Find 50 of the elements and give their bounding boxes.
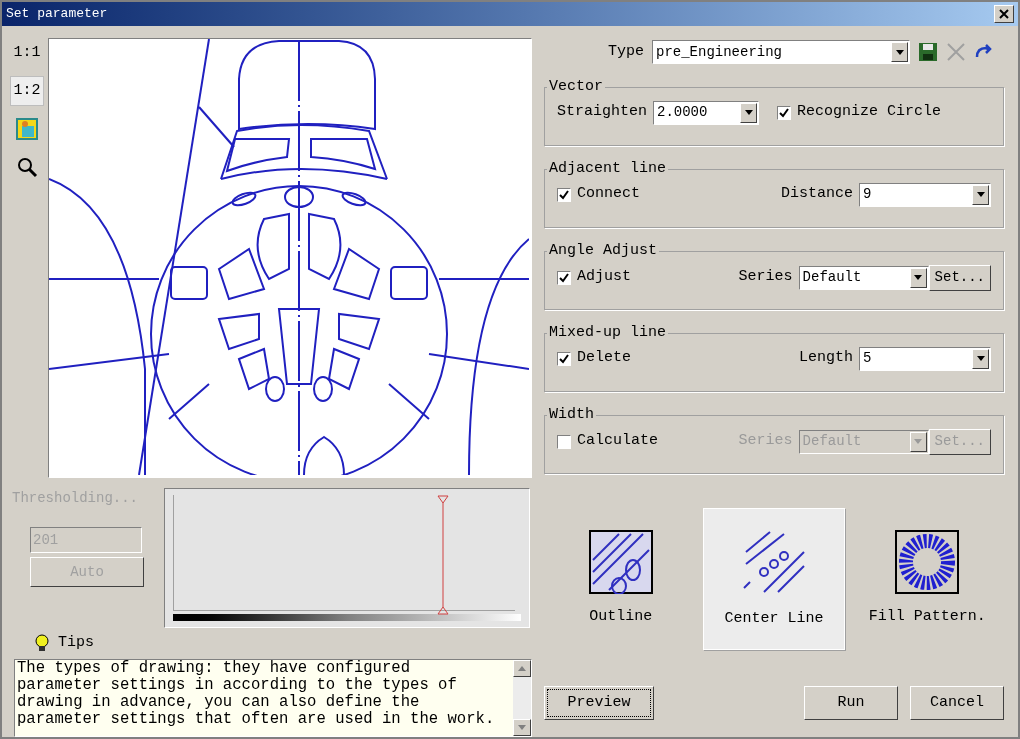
field-label: Length — [799, 348, 853, 369]
close-button[interactable] — [994, 5, 1014, 23]
type-label: Type — [608, 41, 644, 62]
checkbox-label: Delete — [577, 348, 631, 369]
zoom-ratio-button[interactable]: 1:1 — [10, 38, 44, 68]
picture-icon — [16, 118, 38, 140]
group-title: Adjacent line — [548, 159, 668, 179]
scroll-down-arrow-icon[interactable] — [518, 724, 526, 730]
checkbox[interactable] — [557, 351, 571, 366]
window-title: Set parameter — [6, 5, 108, 24]
tips-title: Tips — [58, 633, 94, 653]
drawing-type-option[interactable]: Outline — [549, 508, 692, 650]
field-label: Straighten — [557, 102, 647, 123]
tips-text: The types of drawing: they have configured parameter settings in according to the types of drawing in advance, you can also define the parameter settings that often are used in the work. — [16, 659, 496, 730]
dialog-button[interactable]: Cancel — [910, 686, 1004, 720]
drawing-type-option[interactable]: Fill Pattern. — [856, 508, 999, 650]
dialog-button[interactable]: Run — [804, 686, 898, 720]
checkbox-label: Connect — [577, 184, 640, 205]
dropdown-field[interactable]: 2.0000 — [653, 100, 759, 125]
zoom-ratio-button[interactable]: 1:2 — [10, 76, 44, 106]
group-title: Width — [548, 405, 595, 425]
save-icon[interactable] — [918, 42, 938, 62]
drawing-type-option[interactable]: Center Line — [703, 508, 845, 650]
group-title: Vector — [548, 77, 604, 97]
dropdown-field[interactable]: Default — [798, 265, 929, 290]
scroll-up-arrow-icon[interactable] — [518, 665, 526, 671]
dropdown-field[interactable]: pre_Engineering — [652, 40, 910, 64]
checkbox[interactable] — [557, 187, 571, 202]
checkbox[interactable] — [777, 105, 791, 120]
search-icon — [16, 156, 38, 178]
dropdown-field[interactable]: 9 — [859, 182, 991, 207]
field-label: Series — [738, 431, 793, 452]
set-button[interactable]: Set... — [928, 264, 991, 291]
group-title: Angle Adjust — [548, 241, 659, 261]
group-title: Mixed-up line — [548, 323, 668, 343]
redo-arrow-icon[interactable] — [974, 44, 994, 60]
checkbox-label: Calculate — [577, 431, 658, 452]
dialog-button[interactable]: Preview — [544, 686, 654, 720]
fill-pattern-icon — [895, 529, 960, 594]
field-label: Distance — [781, 184, 853, 205]
checkbox[interactable] — [557, 434, 571, 449]
scrollbar[interactable] — [513, 659, 531, 736]
checkbox-label: Adjust — [577, 267, 631, 288]
outline-pattern-icon — [588, 529, 653, 594]
dropdown-field[interactable]: 5 — [859, 346, 991, 371]
checkbox[interactable] — [557, 270, 571, 285]
field-label: Series — [738, 267, 793, 288]
lightbulb-icon — [34, 634, 50, 653]
checkbox-label: Recognize Circle — [797, 102, 942, 123]
close-icon — [999, 9, 1009, 19]
